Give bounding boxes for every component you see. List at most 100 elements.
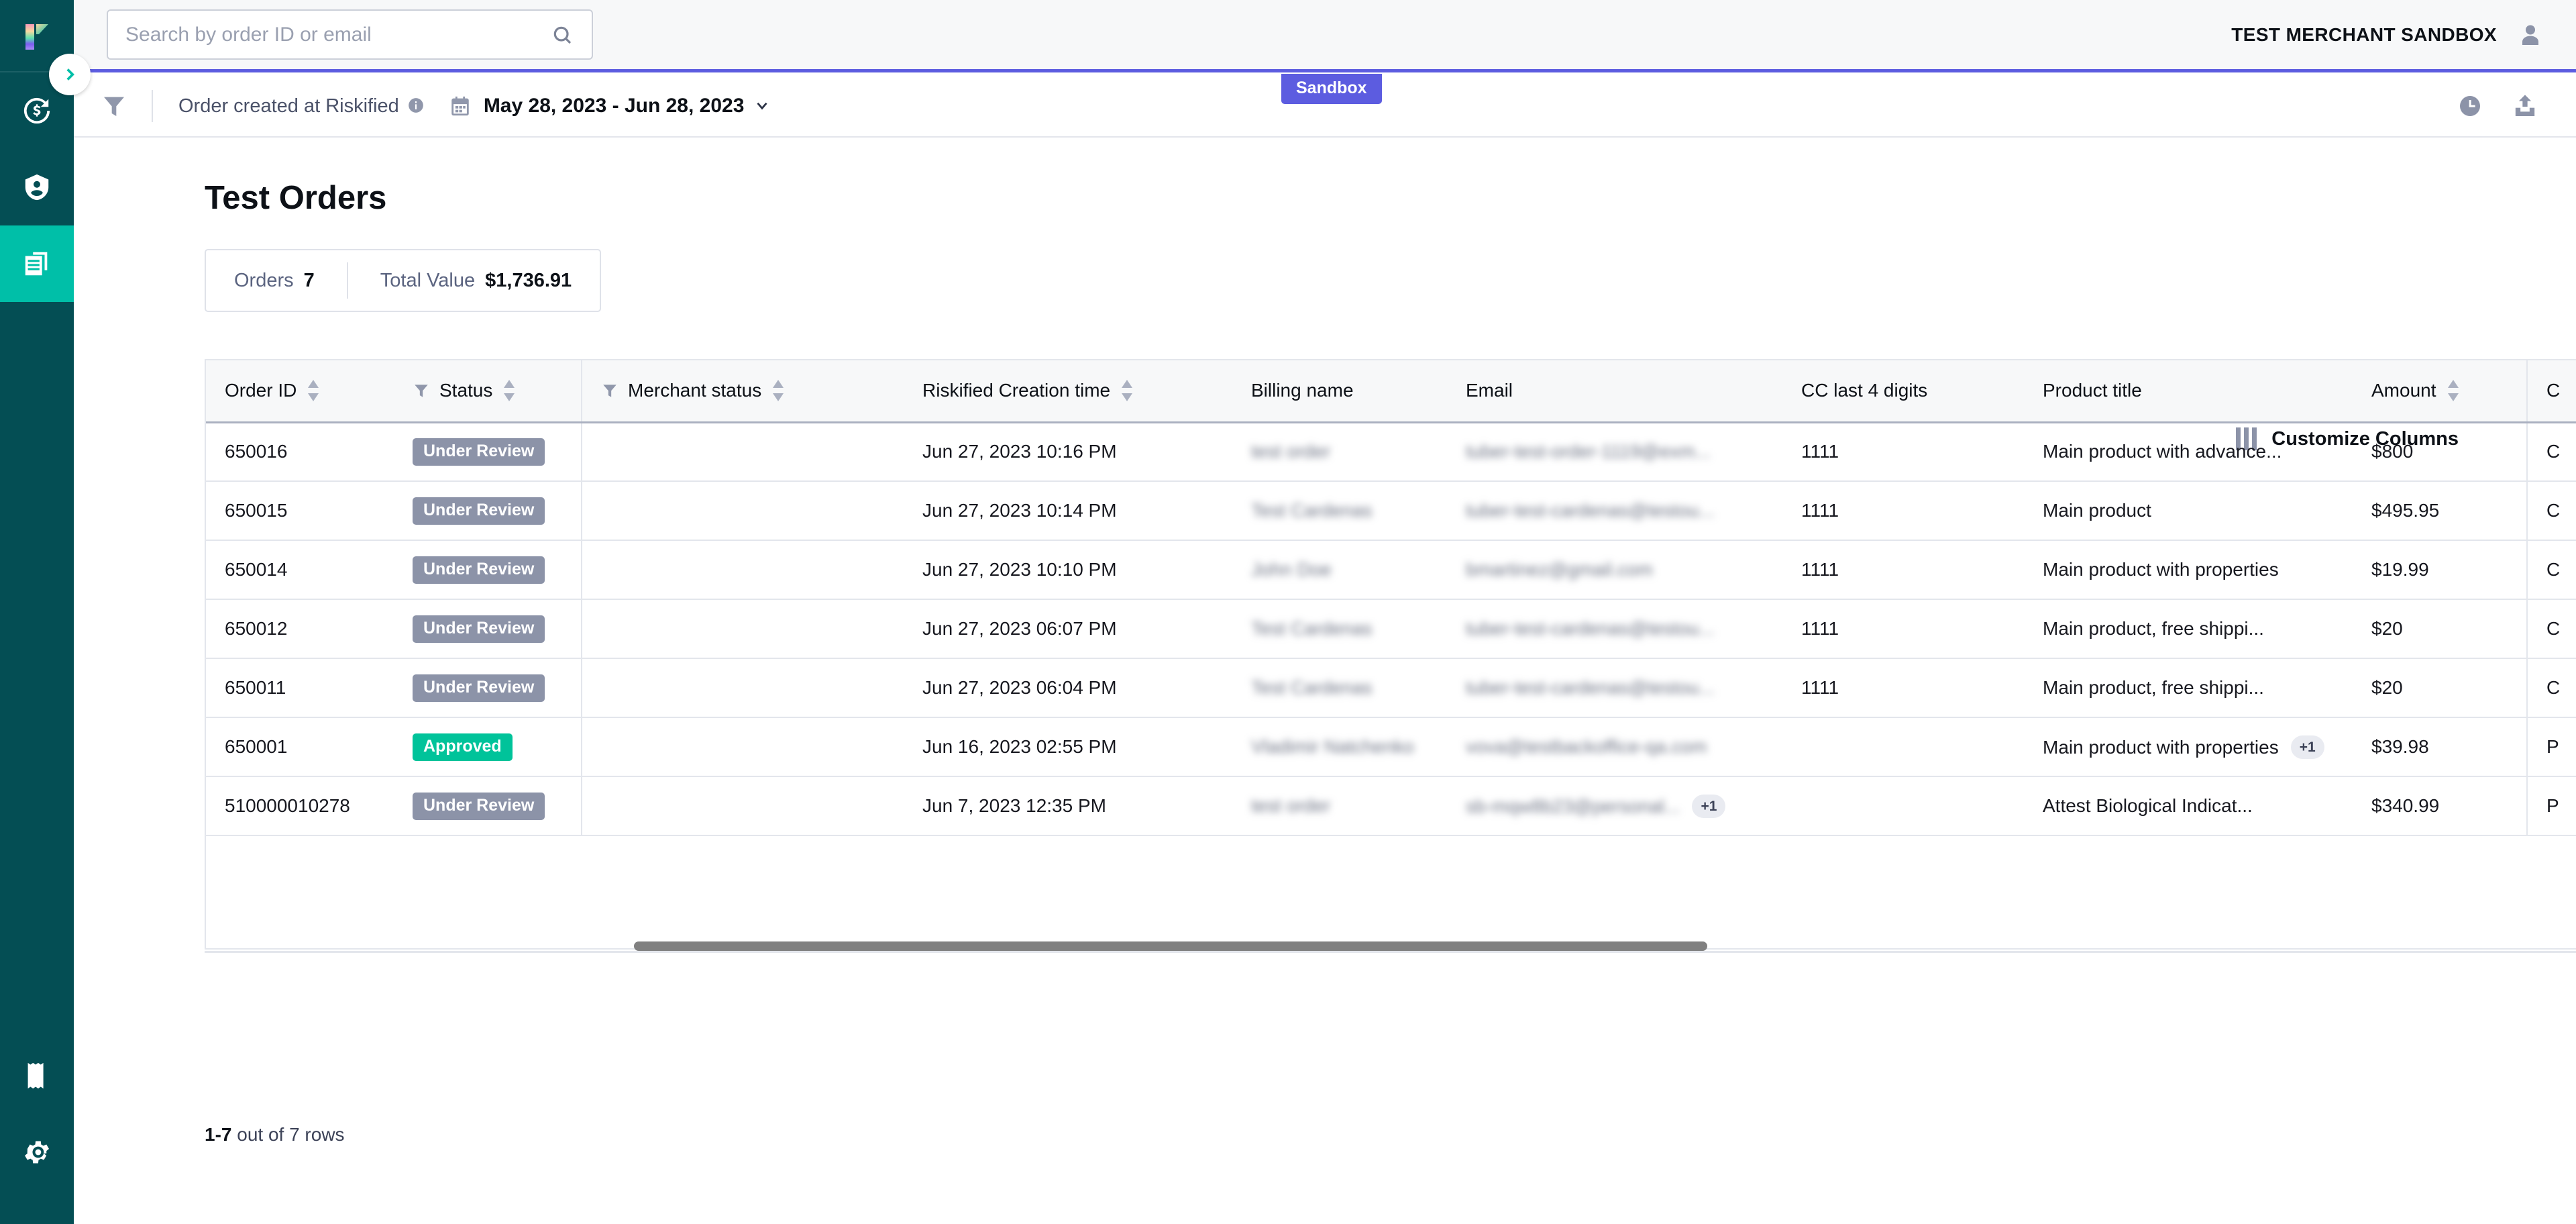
calendar-icon[interactable] [449,95,472,117]
table-row[interactable]: 510000010278 Under Review Jun 7, 2023 12:3… [206,776,2576,836]
cell-order-id: 650014 [225,559,288,580]
table-row[interactable]: 650011 Under Review Jun 27, 2023 06:04 PM T… [206,658,2576,718]
cell-currency: C [2526,540,2576,600]
filter-divider [152,90,153,122]
cell-currency: P [2546,736,2559,757]
cell-cc4: 1111 [1782,599,2024,659]
top-bar: TEST MERCHANT SANDBOX [74,0,2576,72]
column-header-currency[interactable]: C [2526,360,2576,423]
cell-currency: P [2526,717,2576,777]
cell-cc4: 1111 [1782,481,2024,541]
cell-status: Under Review [394,776,582,836]
table-horizontal-scrollbar[interactable] [205,941,2576,951]
cell-billing: test order [1232,776,1447,836]
cell-amount: $340.99 [2353,776,2527,836]
sidebar-item-billing[interactable] [0,1037,74,1114]
cell-email: tuber-test-cardenas@testou... [1447,658,1782,718]
search-box[interactable] [107,9,593,60]
column-header-amount[interactable]: Amount [2353,360,2527,423]
cell-product-title: Main product with properties [2043,736,2279,758]
cell-billing-name: Test Cardenas [1251,618,1373,639]
table-row[interactable]: 650001 Approved Jun 16, 2023 02:55 PM Vladi… [206,717,2576,777]
table-row[interactable]: 650014 Under Review Jun 27, 2023 10:10 PM J… [206,540,2576,600]
sort-icon[interactable] [771,380,786,402]
cell-amount: $340.99 [2371,795,2440,816]
column-header-product[interactable]: Product title [2024,360,2353,423]
date-range-picker[interactable]: May 28, 2023 - Jun 28, 2023 [484,95,771,117]
search-input[interactable] [108,23,524,46]
cell-order-id: 650015 [225,500,288,521]
order-created-filter-label[interactable]: Order created at Riskified [178,95,425,117]
clock-history-icon[interactable] [2457,93,2483,119]
main-content: Test Orders Orders 7 Total Value $1,736.… [74,138,2576,1224]
sort-icon[interactable] [502,380,517,402]
cell-status: Under Review [394,540,582,600]
column-header-cc4[interactable]: CC last 4 digits [1782,360,2024,423]
status-badge: Under Review [413,497,545,525]
merchant-name: TEST MERCHANT SANDBOX [2231,23,2497,45]
column-header-label: Billing name [1251,380,1354,401]
cell-billing: test order [1232,422,1447,482]
column-header-created[interactable]: Riskified Creation time [904,360,1232,423]
sidebar-bottom-group [0,1037,74,1224]
cell-created: Jun 27, 2023 10:10 PM [904,540,1232,600]
sidebar-collapse-toggle[interactable] [49,54,91,95]
cell-merchant_status [581,658,904,718]
scrollbar-thumb[interactable] [634,941,1707,951]
cell-billing-name: Test Cardenas [1251,677,1373,698]
cell-cc4 [1782,776,2024,836]
filter-bar-actions [2457,93,2538,119]
cell-created-time: Jun 16, 2023 02:55 PM [922,736,1117,757]
funnel-filter-icon[interactable] [101,93,127,119]
cell-billing: Test Cardenas [1232,599,1447,659]
orders-table-body: 650016 Under Review Jun 27, 2023 10:16 PM t… [206,422,2576,836]
column-header-status[interactable]: Status [394,360,582,423]
status-badge: Approved [413,733,513,761]
summary-divider [346,262,348,299]
column-filter-icon[interactable] [601,382,619,399]
status-badge: Under Review [413,556,545,584]
sort-icon[interactable] [1120,380,1134,402]
cell-status: Under Review [394,481,582,541]
status-badge: Under Review [413,615,545,643]
cell-cc-last4: 1111 [1801,677,1839,698]
table-row[interactable]: 650012 Under Review Jun 27, 2023 06:07 PM T… [206,599,2576,659]
column-header-order_id[interactable]: Order ID [206,360,394,423]
product-more-badge[interactable]: +1 [2290,735,2324,759]
row-count-total: out of 7 rows [231,1124,345,1145]
cell-product: Main product, free shippi... [2024,658,2353,718]
column-header-email[interactable]: Email [1447,360,1782,423]
sidebar-item-account-protection[interactable] [0,149,74,225]
cell-email: vova@testbackoffice-qa.com [1466,736,1707,757]
sort-icon[interactable] [2446,380,2461,402]
total-value-value: $1,736.91 [485,269,572,291]
column-header-label: Merchant status [628,380,762,401]
sidebar-item-orders[interactable] [0,225,74,302]
table-row[interactable]: 650016 Under Review Jun 27, 2023 10:16 PM t… [206,422,2576,482]
cell-product-title: Main product with advance... [2043,441,2282,462]
column-header-billing[interactable]: Billing name [1232,360,1447,423]
cell-created-time: Jun 27, 2023 06:04 PM [922,677,1117,698]
cell-product-title: Main product [2043,500,2151,521]
search-icon[interactable] [551,24,573,46]
column-header-merchant_status[interactable]: Merchant status [581,360,904,423]
sidebar [0,0,74,1224]
cell-email: tuber-test-cardenas@testou... [1466,677,1715,698]
email-more-badge[interactable]: +1 [1692,794,1726,818]
avatar-icon[interactable] [2517,21,2544,48]
cell-created-time: Jun 27, 2023 10:16 PM [922,441,1117,462]
table-bottom-border [205,951,2576,953]
orders-table: Order ID Status Merchant status Riskified C… [206,360,2576,836]
merchant-area[interactable]: TEST MERCHANT SANDBOX [2231,21,2544,48]
sidebar-item-settings[interactable] [0,1114,74,1190]
column-header-label: Status [439,380,493,401]
sort-icon[interactable] [306,380,321,402]
column-filter-icon[interactable] [413,382,430,399]
table-row[interactable]: 650015 Under Review Jun 27, 2023 10:14 PM T… [206,481,2576,541]
riskified-logo-icon [25,24,48,50]
info-icon[interactable] [407,97,425,114]
cell-created: Jun 27, 2023 10:16 PM [904,422,1232,482]
cell-billing-name: Test Cardenas [1251,500,1373,521]
export-upload-icon[interactable] [2512,93,2538,119]
cell-product: Main product with advance... [2024,422,2353,482]
